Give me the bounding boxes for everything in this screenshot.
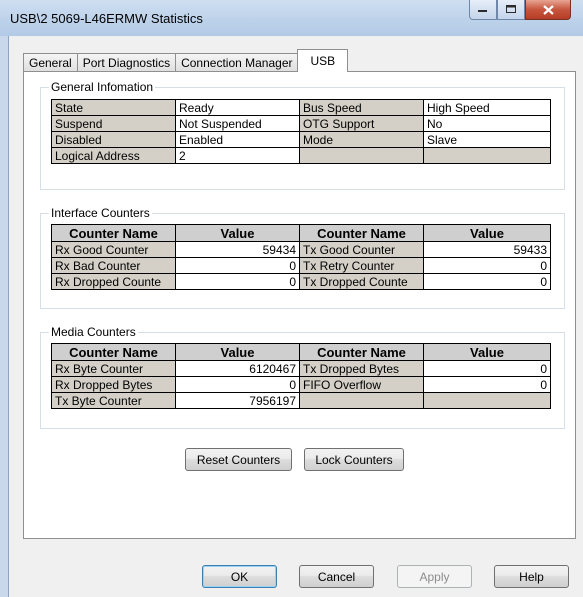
empty-cell xyxy=(299,392,424,409)
caption-buttons xyxy=(469,0,571,20)
general-info-title: General Infomation xyxy=(49,80,156,94)
suspend-value: Not Suspended xyxy=(175,115,300,132)
column-header: Value xyxy=(175,224,300,242)
counter-value: 0 xyxy=(175,376,300,393)
tab-port-diagnostics[interactable]: Port Diagnostics xyxy=(76,53,176,72)
counter-name: Tx Retry Counter xyxy=(299,257,424,274)
table-row: Rx Dropped Counte 0 Tx Dropped Counte 0 xyxy=(51,273,551,290)
counter-value: 7956197 xyxy=(175,392,300,409)
table-row: Logical Address 2 xyxy=(51,147,551,164)
counter-name: Tx Good Counter xyxy=(299,241,424,258)
general-info-table: State Ready Bus Speed High Speed Suspend… xyxy=(51,99,551,164)
mode-label: Mode xyxy=(299,131,424,148)
general-info-group: General Infomation State Ready Bus Speed… xyxy=(40,80,565,190)
media-counters-table: Counter Name Value Counter Name Value Rx… xyxy=(51,343,551,409)
table-row: Rx Byte Counter 6120467 Tx Dropped Bytes… xyxy=(51,360,551,377)
close-icon[interactable] xyxy=(525,0,571,20)
counter-name: Rx Good Counter xyxy=(51,241,176,258)
table-row: Disabled Enabled Mode Slave xyxy=(51,131,551,148)
column-header: Counter Name xyxy=(51,343,176,361)
table-header-row: Counter Name Value Counter Name Value xyxy=(51,224,551,242)
logical-address-value: 2 xyxy=(175,147,300,164)
otg-support-label: OTG Support xyxy=(299,115,424,132)
empty-cell xyxy=(423,147,551,164)
counter-name: FIFO Overflow xyxy=(299,376,424,393)
otg-support-value: No xyxy=(423,115,551,132)
interface-counters-group: Interface Counters Counter Name Value Co… xyxy=(40,206,565,309)
counter-value: 0 xyxy=(175,273,300,290)
logical-address-label: Logical Address xyxy=(51,147,176,164)
column-header: Value xyxy=(423,224,551,242)
counter-value: 0 xyxy=(175,257,300,274)
counter-name: Rx Byte Counter xyxy=(51,360,176,377)
table-row: Rx Bad Counter 0 Tx Retry Counter 0 xyxy=(51,257,551,274)
media-counters-group: Media Counters Counter Name Value Counte… xyxy=(40,325,565,429)
counter-name: Rx Bad Counter xyxy=(51,257,176,274)
counter-name: Tx Dropped Bytes xyxy=(299,360,424,377)
bus-speed-value: High Speed xyxy=(423,99,551,116)
cancel-button[interactable]: Cancel xyxy=(299,565,374,588)
table-row: Tx Byte Counter 7956197 xyxy=(51,392,551,409)
title-bar[interactable]: USB\2 5069-L46ERMW Statistics xyxy=(0,0,583,36)
counter-name: Tx Dropped Counte xyxy=(299,273,424,290)
counter-value: 6120467 xyxy=(175,360,300,377)
counter-value: 0 xyxy=(423,273,551,290)
tab-usb[interactable]: USB xyxy=(297,49,349,72)
empty-cell xyxy=(299,147,424,164)
table-header-row: Counter Name Value Counter Name Value xyxy=(51,343,551,361)
ok-button[interactable]: OK xyxy=(202,565,277,588)
table-row: State Ready Bus Speed High Speed xyxy=(51,99,551,116)
interface-counters-title: Interface Counters xyxy=(49,206,152,220)
table-row: Rx Good Counter 59434 Tx Good Counter 59… xyxy=(51,241,551,258)
disabled-label: Disabled xyxy=(51,131,176,148)
counter-value: 0 xyxy=(423,376,551,393)
column-header: Counter Name xyxy=(299,224,424,242)
maximize-icon[interactable] xyxy=(497,0,525,20)
apply-button[interactable]: Apply xyxy=(397,565,472,588)
mode-value: Slave xyxy=(423,131,551,148)
column-header: Counter Name xyxy=(51,224,176,242)
counter-name: Tx Byte Counter xyxy=(51,392,176,409)
interface-counters-table: Counter Name Value Counter Name Value Rx… xyxy=(51,224,551,290)
counter-name: Rx Dropped Counte xyxy=(51,273,176,290)
column-header: Value xyxy=(175,343,300,361)
help-button[interactable]: Help xyxy=(494,565,569,588)
empty-cell xyxy=(423,392,551,409)
state-value: Ready xyxy=(175,99,300,116)
column-header: Counter Name xyxy=(299,343,424,361)
state-label: State xyxy=(51,99,176,116)
tab-strip: General Port Diagnostics Connection Mana… xyxy=(23,49,349,72)
bus-speed-label: Bus Speed xyxy=(299,99,424,116)
tab-connection-manager[interactable]: Connection Manager xyxy=(175,53,299,72)
reset-counters-button[interactable]: Reset Counters xyxy=(185,448,292,471)
counter-value: 0 xyxy=(423,360,551,377)
media-counters-title: Media Counters xyxy=(49,325,138,339)
table-row: Suspend Not Suspended OTG Support No xyxy=(51,115,551,132)
lock-counters-button[interactable]: Lock Counters xyxy=(304,448,404,471)
disabled-value: Enabled xyxy=(175,131,300,148)
counter-value: 0 xyxy=(423,257,551,274)
table-row: Rx Dropped Bytes 0 FIFO Overflow 0 xyxy=(51,376,551,393)
counter-value: 59434 xyxy=(175,241,300,258)
dialog-client: General Port Diagnostics Connection Mana… xyxy=(8,36,583,597)
minimize-icon[interactable] xyxy=(469,0,497,20)
usb-tab-panel: General Infomation State Ready Bus Speed… xyxy=(23,71,576,539)
counter-value: 59433 xyxy=(423,241,551,258)
tab-general[interactable]: General xyxy=(23,53,77,72)
suspend-label: Suspend xyxy=(51,115,176,132)
window-title: USB\2 5069-L46ERMW Statistics xyxy=(10,11,203,26)
counter-name: Rx Dropped Bytes xyxy=(51,376,176,393)
column-header: Value xyxy=(423,343,551,361)
